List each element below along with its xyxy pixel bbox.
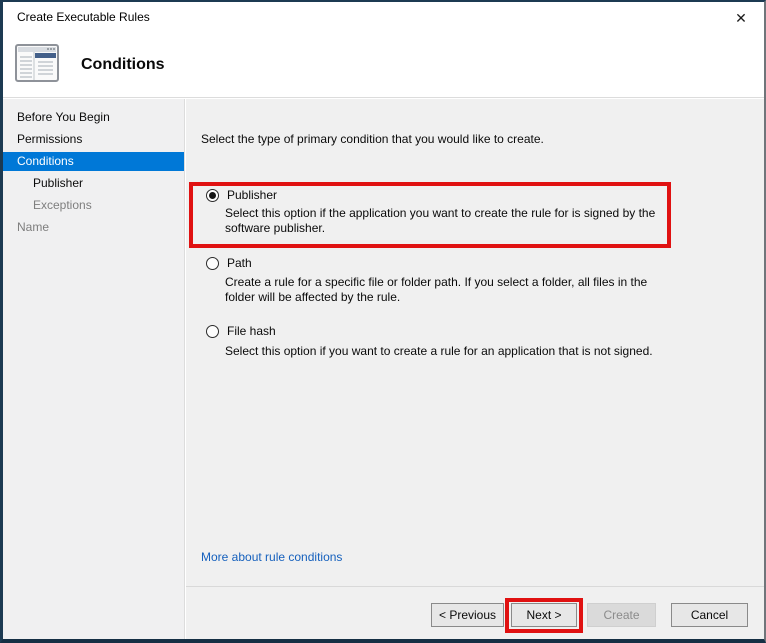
intro-text: Select the type of primary condition tha… [201,132,544,146]
page-title: Conditions [81,56,165,73]
wizard-steps-sidebar: Before You Begin Permissions Conditions … [3,99,185,639]
radio-publisher-icon[interactable] [206,188,219,202]
radio-file-hash-icon[interactable] [206,324,219,338]
create-button: Create [587,603,656,627]
cancel-button[interactable]: Cancel [671,603,748,627]
path-description: Create a rule for a specific file or fol… [225,275,648,304]
radio-option-publisher[interactable]: Publisher [206,188,277,202]
sidebar-item-permissions[interactable]: Permissions [3,130,184,149]
radio-option-file-hash[interactable]: File hash [206,324,276,338]
more-about-rule-conditions-link[interactable]: More about rule conditions [201,550,342,564]
dialog-header: Create Executable Rules ✕ Conditions [3,2,764,98]
sidebar-item-publisher[interactable]: Publisher [3,174,184,193]
wizard-content: Select the type of primary condition tha… [186,99,764,639]
file-hash-description: Select this option if you want to create… [225,344,653,358]
previous-button[interactable]: < Previous [431,603,504,627]
wizard-window-icon [15,44,59,85]
radio-option-path[interactable]: Path [206,256,252,270]
next-button[interactable]: Next > [511,603,577,627]
footer-divider [186,586,764,587]
radio-file-hash-label: File hash [227,324,276,338]
sidebar-item-conditions[interactable]: Conditions [3,152,184,171]
sidebar-item-exceptions: Exceptions [33,198,92,212]
close-icon[interactable]: ✕ [730,7,752,29]
sidebar-item-before-you-begin[interactable]: Before You Begin [3,108,184,127]
window-title: Create Executable Rules [17,10,150,24]
dialog-body: Before You Begin Permissions Conditions … [3,99,764,639]
radio-path-icon[interactable] [206,256,219,270]
create-executable-rules-dialog: Create Executable Rules ✕ Conditions Bef… [0,0,766,643]
publisher-description: Select this option if the application yo… [225,206,656,235]
radio-path-label: Path [227,256,252,270]
sidebar-item-name: Name [17,220,50,234]
radio-publisher-label: Publisher [227,188,278,202]
